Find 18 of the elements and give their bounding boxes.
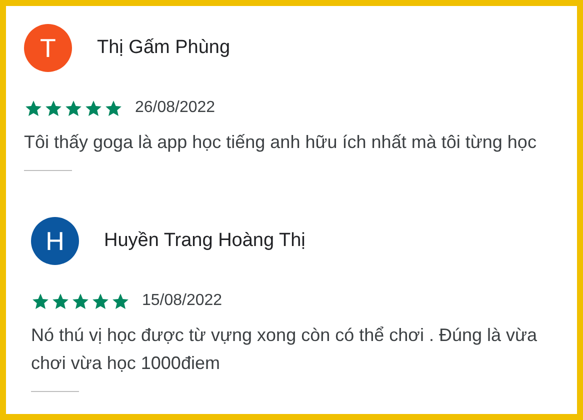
star-icon [84, 98, 103, 118]
review-text: Tôi thấy goga là app học tiếng anh hữu ích nhất mà tôi từng học [24, 131, 538, 154]
review-text: Nó thú vị học được từ vựng xong còn có thể chơi . Đúng là vừa chơi vừa học 1000điem [31, 324, 538, 375]
reviewer-name: Huyền Trang Hoàng Thị [104, 228, 306, 253]
review-date: 15/08/2022 [142, 291, 222, 311]
star-icon [51, 292, 70, 310]
star-icon [91, 292, 110, 310]
star-icon [24, 98, 43, 118]
avatar: T [24, 24, 72, 72]
star-icon [71, 292, 90, 310]
star-icon [104, 98, 123, 118]
star-icon [111, 292, 130, 310]
star-icon [64, 98, 83, 118]
review-date: 26/08/2022 [135, 98, 216, 118]
avatar: H [31, 217, 79, 265]
star-icon [44, 98, 63, 118]
reviewer-name: Thị Gấm Phùng [97, 36, 230, 60]
star-icon [31, 292, 50, 310]
